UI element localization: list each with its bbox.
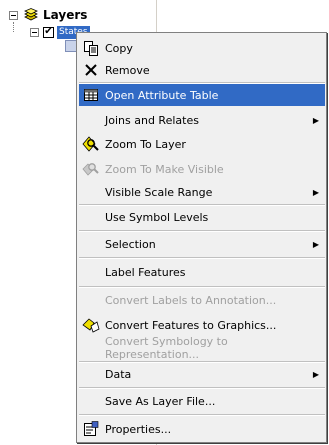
layers-label: Layers (43, 8, 88, 22)
menu-item-zoom-to-make-visible: Zoom To Make Visible (79, 158, 325, 180)
convert-graphics-icon (82, 317, 100, 333)
menu-item-label: Visible Scale Range (105, 185, 213, 199)
states-visibility-checkbox[interactable]: ✔ (43, 26, 54, 38)
menu-separator (79, 387, 325, 389)
menu-item-zoom-to-layer[interactable]: Zoom To Layer (79, 133, 325, 155)
menu-item-properties[interactable]: Properties... (79, 418, 325, 440)
submenu-arrow-icon: ▶ (312, 115, 319, 125)
menu-separator (79, 286, 325, 288)
menu-item-remove[interactable]: Remove (79, 59, 325, 81)
menu-item-joins-and-relates[interactable]: Joins and Relates ▶ (79, 109, 325, 131)
layer-context-menu: Copy Remove Open Attribute Table Joins a… (76, 32, 327, 443)
menu-item-label: Convert Symbology to Representation... (105, 335, 228, 361)
menu-item-label: Save As Layer File... (105, 394, 216, 408)
layers-icon (22, 8, 40, 22)
menu-item-copy[interactable]: Copy (79, 37, 325, 59)
menu-separator (79, 257, 325, 259)
tree-row-layers[interactable]: Layers (9, 7, 87, 23)
menu-item-save-as-layer-file[interactable]: Save As Layer File... (79, 390, 325, 412)
properties-icon (82, 421, 100, 437)
menu-item-convert-labels-to-annotation: Convert Labels to Annotation... (79, 289, 325, 311)
menu-item-label: Label Features (105, 265, 186, 279)
menu-item-label: Zoom To Make Visible (105, 162, 224, 176)
submenu-arrow-icon: ▶ (312, 369, 319, 379)
submenu-arrow-icon: ▶ (312, 187, 319, 197)
menu-item-visible-scale-range[interactable]: Visible Scale Range ▶ (79, 181, 325, 203)
menu-item-label: Zoom To Layer (105, 137, 186, 151)
menu-item-open-attribute-table[interactable]: Open Attribute Table (79, 84, 325, 106)
collapse-states-toggle[interactable] (30, 27, 39, 37)
zoom-visible-icon (82, 161, 100, 177)
menu-separator (79, 414, 325, 416)
menu-item-label: Properties... (105, 422, 172, 436)
menu-item-label: Remove (105, 63, 150, 77)
menu-item-label: Copy (105, 41, 133, 55)
copy-icon (82, 40, 100, 56)
menu-item-label: Open Attribute Table (105, 88, 219, 102)
submenu-arrow-icon: ▶ (312, 239, 319, 249)
menu-item-label-features[interactable]: Label Features (79, 261, 325, 283)
tree-line (13, 22, 14, 32)
remove-icon (82, 62, 100, 78)
collapse-layers-toggle[interactable] (9, 10, 18, 20)
menu-item-label: Data (105, 367, 132, 381)
menu-separator (79, 230, 325, 232)
menu-item-label: Joins and Relates (105, 113, 199, 127)
menu-item-label: Selection (105, 237, 156, 251)
table-icon (82, 87, 100, 103)
menu-item-selection[interactable]: Selection ▶ (79, 233, 325, 255)
menu-item-label: Convert Labels to Annotation... (105, 293, 277, 307)
menu-item-convert-features-to-graphics[interactable]: Convert Features to Graphics... (79, 314, 325, 336)
menu-item-data[interactable]: Data ▶ (79, 363, 325, 385)
zoom-to-layer-icon (82, 136, 100, 152)
menu-item-use-symbol-levels[interactable]: Use Symbol Levels (79, 206, 325, 228)
menu-item-convert-symbology-to-representation: Convert Symbology to Representation... (79, 335, 325, 361)
menu-item-label: Use Symbol Levels (105, 210, 209, 224)
menu-item-label: Convert Features to Graphics... (105, 318, 277, 332)
